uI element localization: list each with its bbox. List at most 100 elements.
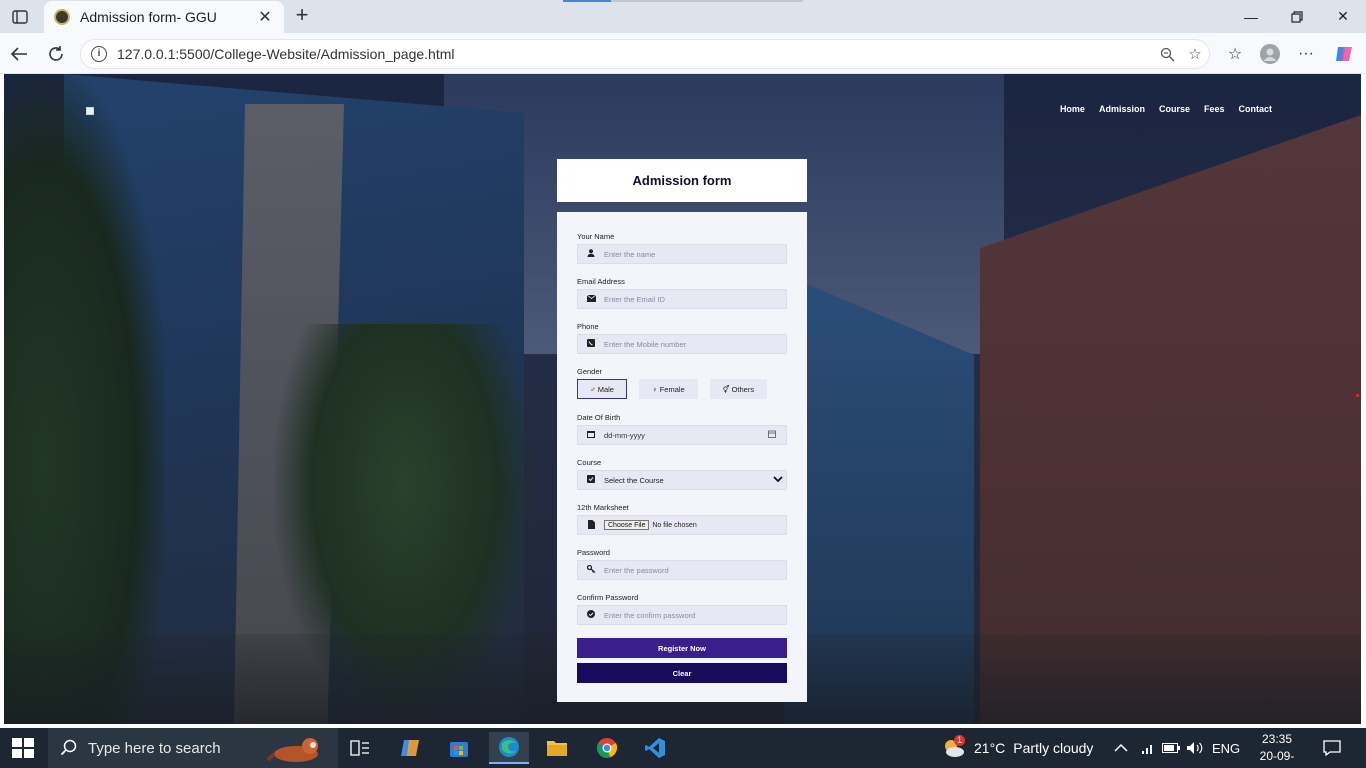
envelope-icon — [586, 294, 596, 304]
chevron-down-icon — [773, 475, 783, 485]
site-favicon-icon — [54, 9, 70, 25]
gender-female-option[interactable]: ♀ Female — [638, 379, 698, 399]
battery-icon[interactable] — [1162, 728, 1180, 768]
zoom-icon[interactable] — [1153, 40, 1181, 68]
marksheet-file-input[interactable]: Choose File No file chosen — [577, 515, 787, 535]
weather-widget[interactable]: 1 21°C Partly cloudy — [942, 728, 1093, 768]
close-tab-icon[interactable]: ✕ — [256, 7, 274, 27]
email-placeholder: Enter the Email ID — [604, 294, 665, 304]
gender-group: ♂ Male ♀ Female ⚥ Others — [577, 379, 787, 399]
marksheet-label: 12th Marksheet — [577, 503, 629, 512]
site-info-icon[interactable]: i — [91, 46, 107, 62]
tabstrip-highlight — [563, 0, 611, 2]
phone-input[interactable]: Enter the Mobile number — [577, 334, 787, 354]
clock-time: 23:35 — [1261, 732, 1293, 746]
search-placeholder: Type here to search — [88, 739, 221, 757]
windows-start-icon[interactable] — [12, 738, 34, 758]
clock-date: 20-09-2025 — [1259, 749, 1295, 768]
clear-button[interactable]: Clear — [577, 663, 787, 683]
dob-input[interactable]: dd-mm-yyyy — [577, 425, 787, 445]
close-window-icon[interactable]: ✕ — [1320, 0, 1366, 33]
search-icon — [60, 739, 77, 756]
store-icon[interactable] — [439, 732, 479, 764]
gender-label: Gender — [577, 367, 603, 376]
minimize-icon[interactable]: — — [1228, 0, 1274, 33]
restore-icon[interactable] — [1274, 0, 1320, 33]
tabstrip-highlight-secondary — [611, 0, 803, 2]
name-placeholder: Enter the name — [604, 249, 656, 259]
register-button[interactable]: Register Now — [577, 638, 787, 658]
nav-home[interactable]: Home — [1060, 104, 1085, 114]
copilot-app-icon[interactable] — [390, 732, 430, 764]
course-icon — [586, 475, 596, 485]
tab-actions-icon[interactable] — [6, 4, 34, 30]
copilot-icon[interactable] — [1330, 41, 1358, 67]
show-hidden-icons-icon[interactable] — [1114, 728, 1128, 768]
dob-label: Date Of Birth — [577, 413, 621, 422]
site-nav: Home Admission Course Fees Contact — [1060, 104, 1272, 114]
password-label: Password — [577, 548, 610, 557]
name-input[interactable]: Enter the name — [577, 244, 787, 264]
edge-icon[interactable] — [489, 732, 529, 764]
nav-contact[interactable]: Contact — [1239, 104, 1273, 114]
network-icon[interactable] — [1140, 728, 1156, 768]
weather-badge: 1 — [954, 735, 966, 746]
new-tab-icon[interactable]: + — [290, 4, 314, 28]
file-explorer-icon[interactable] — [537, 732, 577, 764]
confirm-password-label: Confirm Password — [577, 593, 639, 602]
phone-label: Phone — [577, 322, 599, 331]
course-select[interactable]: Select the Course — [577, 470, 787, 490]
taskbar-search[interactable]: Type here to search — [48, 728, 338, 768]
refresh-icon[interactable] — [43, 41, 69, 67]
confirm-password-input[interactable]: Enter the confirm password — [577, 605, 787, 625]
windows-taskbar: Type here to search 1 21°C Partly cloudy — [0, 728, 1366, 768]
address-url: 127.0.0.1:5500/College-Website/Admission… — [117, 46, 455, 62]
name-label: Your Name — [577, 232, 615, 241]
file-icon — [586, 519, 596, 531]
email-input[interactable]: Enter the Email ID — [577, 289, 787, 309]
phone-placeholder: Enter the Mobile number — [604, 339, 687, 349]
volume-icon[interactable] — [1186, 728, 1204, 768]
form-title: Admission form — [632, 173, 732, 188]
nav-fees[interactable]: Fees — [1204, 104, 1225, 114]
nav-course[interactable]: Course — [1159, 104, 1190, 114]
password-placeholder: Enter the password — [604, 565, 669, 575]
choose-file-button[interactable]: Choose File — [604, 520, 650, 530]
back-arrow-icon[interactable] — [6, 41, 32, 67]
key-icon — [586, 564, 596, 575]
dob-placeholder: dd-mm-yyyy — [604, 430, 645, 440]
weather-temp: 21°C — [974, 740, 1006, 756]
female-icon: ♀ — [651, 384, 660, 394]
chrome-icon[interactable] — [587, 732, 627, 764]
browser-tabstrip: Admission form- GGU ✕ + — ✕ — [0, 0, 1366, 33]
system-clock[interactable]: 23:35 20-09-2025 — [1248, 731, 1306, 768]
nav-admission[interactable]: Admission — [1099, 104, 1145, 114]
more-menu-icon[interactable]: ··· — [1292, 41, 1320, 67]
calendar-icon — [586, 430, 596, 440]
date-picker-icon[interactable] — [768, 430, 776, 440]
gender-female-label: Female — [659, 384, 685, 394]
favorite-star-icon[interactable]: ☆ — [1181, 40, 1209, 68]
user-icon — [586, 249, 596, 259]
gender-others-option[interactable]: ⚥ Others — [709, 379, 768, 399]
course-label: Course — [577, 458, 602, 467]
task-view-icon[interactable] — [340, 732, 380, 764]
weather-desc: Partly cloudy — [1013, 740, 1094, 756]
form-header: Admission form — [557, 159, 807, 202]
vscode-icon[interactable] — [635, 732, 675, 764]
course-selected: Select the Course — [604, 475, 664, 485]
email-label: Email Address — [577, 277, 625, 286]
password-input[interactable]: Enter the password — [577, 560, 787, 580]
browser-tab-active[interactable]: Admission form- GGU ✕ — [44, 1, 284, 33]
gender-male-option[interactable]: ♂ Male — [577, 379, 627, 399]
language-indicator[interactable]: ENG — [1212, 728, 1240, 768]
male-icon: ♂ — [590, 384, 598, 394]
tab-title: Admission form- GGU — [80, 9, 217, 25]
site-logo[interactable] — [86, 107, 94, 115]
favorites-icon[interactable]: ☆ — [1221, 41, 1249, 67]
browser-toolbar: i 127.0.0.1:5500/College-Website/Admissi… — [0, 33, 1366, 74]
profile-avatar-icon[interactable] — [1256, 41, 1284, 67]
page-viewport: Home Admission Course Fees Contact Admis… — [4, 74, 1361, 724]
address-bar[interactable]: i 127.0.0.1:5500/College-Website/Admissi… — [80, 39, 1210, 69]
notifications-icon[interactable] — [1323, 728, 1341, 768]
